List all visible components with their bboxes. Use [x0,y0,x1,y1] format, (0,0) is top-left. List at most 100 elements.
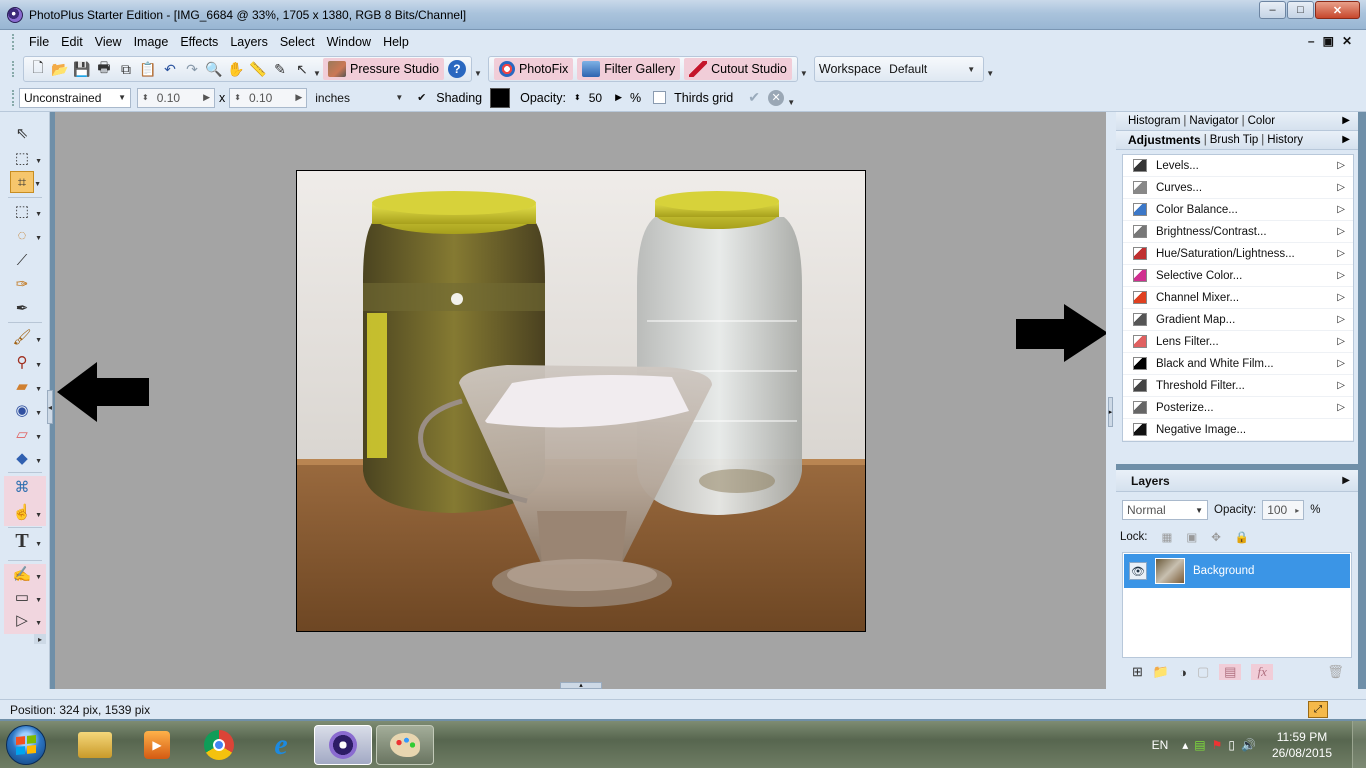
lock-position-icon[interactable]: ✥ [1211,530,1221,544]
adjustment-item[interactable]: Lens Filter... ▷ [1123,331,1353,353]
right-panel-splitter[interactable]: ▸ [1106,112,1116,689]
pointer-icon[interactable]: ↖ [291,58,313,80]
menu-window[interactable]: Window [321,35,377,49]
crop-tool-icon[interactable]: ⌗ ▼ [10,171,41,193]
new-group-folder-icon[interactable]: 📁 [1153,664,1169,680]
layer-background-row[interactable]: 👁 Background [1124,554,1350,588]
expand-arrow-icon[interactable]: ▷ [1337,226,1345,237]
copy-icon[interactable]: ⧉ [115,58,137,80]
opacity-spin[interactable]: ⬍ 50 ▶ [570,88,626,108]
doc-restore-button[interactable]: ▣ [1323,34,1334,48]
crop-mode-select[interactable]: Unconstrained ▼ [19,87,131,108]
expand-arrow-icon[interactable]: ▷ [1337,314,1345,325]
document-image[interactable] [296,170,866,632]
tab-color[interactable]: Color [1248,115,1275,127]
print-icon[interactable]: 🖶 [93,58,115,80]
blend-mode-select[interactable]: Normal ▼ [1122,500,1208,520]
clone-stamp-icon[interactable]: ⚲ ▼ [10,351,43,373]
show-hidden-icons-icon[interactable]: ▴ [1182,738,1188,752]
expand-arrow-icon[interactable]: ▷ [1337,182,1345,193]
adjustment-item[interactable]: Channel Mixer... ▷ [1123,287,1353,309]
adjustment-item[interactable]: Posterize... ▷ [1123,397,1353,419]
tab-histogram[interactable]: Histogram [1128,115,1180,127]
menu-effects[interactable]: Effects [174,35,224,49]
photofix-button[interactable]: PhotoFix [493,58,574,80]
thirds-grid-checkbox[interactable] [653,91,667,104]
adjustment-item[interactable]: Black and White Film... ▷ [1123,353,1353,375]
taskbar-explorer[interactable] [66,725,124,765]
mask-from-selection-icon[interactable]: ▤ [1219,664,1242,680]
open-folder-icon[interactable]: 📂 [49,58,71,80]
battery-icon[interactable]: ▤ [1194,738,1205,752]
adjustment-item[interactable]: Gradient Map... ▷ [1123,309,1353,331]
taskbar-internet-explorer[interactable]: e [252,725,310,765]
selection-brush-icon[interactable]: ✑ [10,273,34,295]
save-icon[interactable]: 💾 [71,58,93,80]
panel-menu-icon[interactable]: ▶ [1342,475,1350,486]
expand-arrow-icon[interactable]: ▷ [1337,380,1345,391]
commit-icon[interactable]: ✔ [743,87,765,109]
expand-arrow-icon[interactable]: ▷ [1337,292,1345,303]
adjustment-item[interactable]: Selective Color... ▷ [1123,265,1353,287]
context-options-icon[interactable]: ▼ [787,87,795,109]
color-pickup-icon[interactable]: ✎ [269,58,291,80]
filter-gallery-button[interactable]: Filter Gallery [577,58,681,80]
bottom-panel-collapse-handle[interactable]: ▴ [560,682,602,689]
menu-layers[interactable]: Layers [224,35,274,49]
add-mask-icon[interactable]: ▢ [1197,664,1209,680]
panel-menu-icon[interactable]: ▶ [1342,115,1350,126]
help-icon[interactable]: ? [446,58,468,80]
expand-arrow-icon[interactable]: ▷ [1337,336,1345,347]
crop-width-spin[interactable]: ⬍ 0.10 ▶ [137,87,215,108]
expand-arrow-icon[interactable]: ▷ [1337,358,1345,369]
hand-icon[interactable]: ✋ [225,58,247,80]
smudge-tool-icon[interactable]: ☝ ▼ [10,501,42,523]
adjustment-layer-icon[interactable]: ◑ [1179,665,1187,680]
menu-edit[interactable]: Edit [55,35,89,49]
flood-fill-icon[interactable]: ◆ ▼ [10,447,42,469]
adjustment-item[interactable]: Curves... ▷ [1123,177,1353,199]
tab-navigator[interactable]: Navigator [1189,115,1238,127]
red-eye-icon[interactable]: ◉ ▼ [10,399,42,421]
pressure-studio-button[interactable]: Pressure Studio [323,58,444,80]
eyedropper-icon[interactable]: ✒ [10,297,34,319]
maximize-button[interactable]: □ [1287,1,1314,19]
layer-effects-icon[interactable]: fx [1251,664,1274,680]
units-select[interactable]: inches ▼ [311,88,407,108]
adjustment-item[interactable]: Hue/Saturation/Lightness... ▷ [1123,243,1353,265]
expand-arrow-icon[interactable]: ▷ [1337,160,1345,171]
canvas-workspace[interactable]: ▴ [55,112,1106,689]
lock-all-icon[interactable]: 🔒 [1235,530,1249,544]
new-file-icon[interactable]: 🗋 [27,58,49,80]
close-button[interactable]: ✕ [1315,1,1360,19]
toolbar-options-icon[interactable]: ▼ [474,58,482,80]
adjustment-item[interactable]: Threshold Filter... ▷ [1123,375,1353,397]
eraser-icon[interactable]: ▱ ▼ [10,423,42,445]
studios-options-icon[interactable]: ▼ [800,58,808,80]
menu-view[interactable]: View [89,35,128,49]
shading-color-swatch[interactable] [490,87,511,108]
tab-brush-tip[interactable]: Brush Tip [1210,134,1259,146]
speaker-icon[interactable]: 🔊 [1241,738,1256,752]
doc-close-button[interactable]: ✕ [1342,34,1352,48]
zoom-icon[interactable]: 🔍 [203,58,225,80]
new-layer-icon[interactable]: ⊞ [1132,664,1143,680]
menu-help[interactable]: Help [377,35,415,49]
expand-arrow-icon[interactable]: ▷ [1337,402,1345,413]
menu-select[interactable]: Select [274,35,321,49]
cancel-icon[interactable]: ✕ [765,87,787,109]
expand-arrow-icon[interactable]: ▷ [1337,270,1345,281]
adjustment-item[interactable]: Levels... ▷ [1123,155,1353,177]
pointer-dropdown-icon[interactable]: ▼ [313,58,321,80]
right-panel-collapse-handle[interactable]: ▸ [1108,397,1113,427]
panel-menu-icon[interactable]: ▶ [1342,134,1350,145]
minimize-button[interactable]: – [1259,1,1286,19]
eye-icon[interactable]: 👁 [1129,562,1147,580]
left-panel-collapse-handle[interactable]: ◂ [47,390,53,424]
deform-tool-icon[interactable]: ⬚ ▼ [10,147,42,169]
text-tool-icon[interactable]: T ▼ [10,530,42,552]
lock-pixels-icon[interactable]: ▣ [1186,530,1197,544]
taskbar-chrome[interactable] [190,725,248,765]
paste-icon[interactable]: 📋 [137,58,159,80]
menu-file[interactable]: File [23,35,55,49]
